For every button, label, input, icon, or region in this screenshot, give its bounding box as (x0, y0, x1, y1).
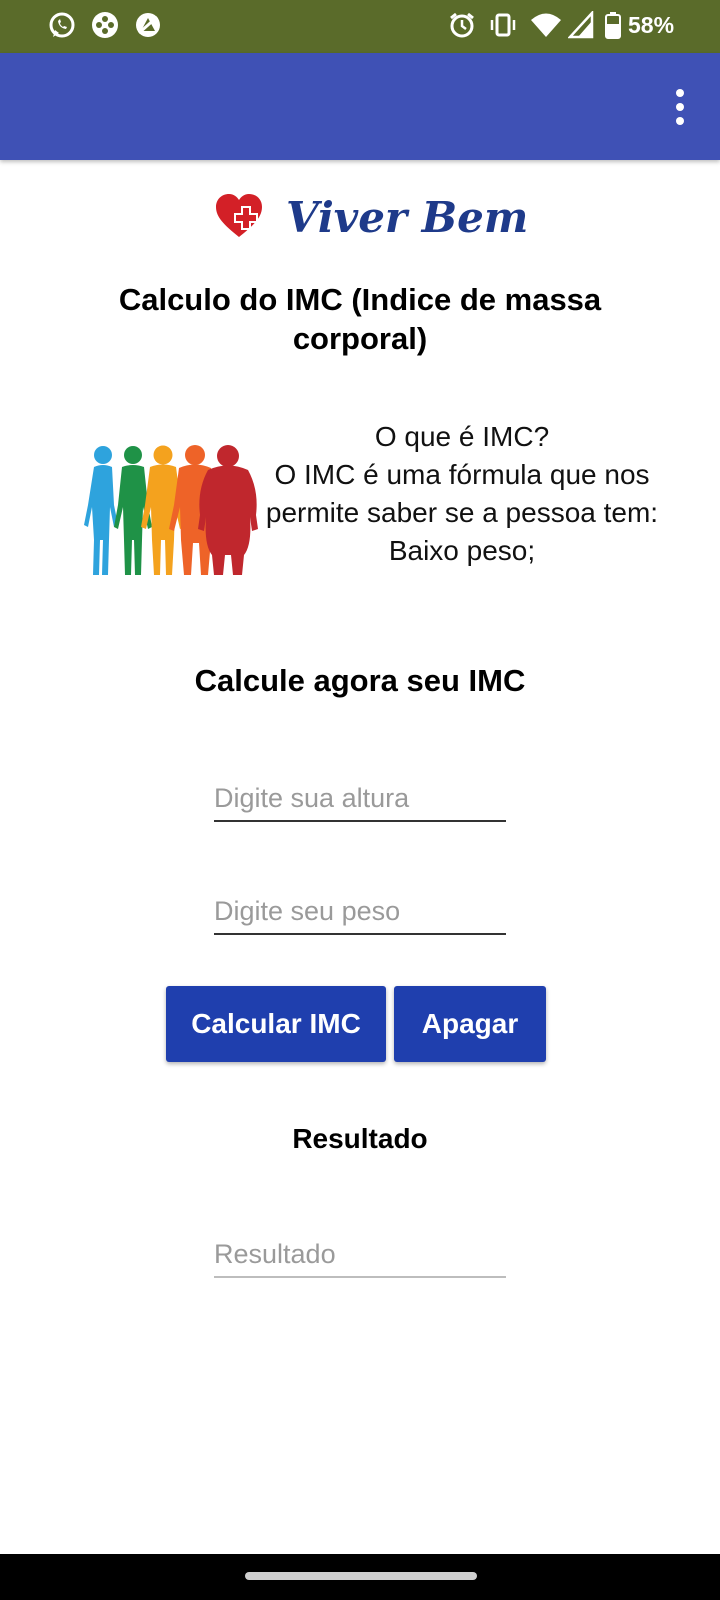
wifi-icon (531, 13, 561, 37)
heart-cross-icon (216, 194, 262, 237)
battery-percentage: 58% (628, 12, 675, 38)
result-heading: Resultado (292, 1123, 428, 1154)
weight-input[interactable] (214, 889, 506, 935)
cellular-signal-icon (568, 11, 594, 39)
info-question: O que é IMC? (374, 421, 550, 452)
app-logo: Viver Bem (214, 193, 528, 249)
calculate-imc-button[interactable]: Calcular IMC (166, 986, 386, 1062)
system-nav-bar (0, 1554, 720, 1600)
vibrate-icon (490, 13, 516, 37)
battery-icon (605, 12, 621, 39)
alarm-icon (450, 12, 474, 38)
info-category: Baixo peso; (388, 535, 536, 566)
calculate-heading: Calcule agora seu IMC (194, 663, 526, 698)
result-field[interactable] (214, 1232, 506, 1278)
info-description: O IMC é uma fórmula que nos permite sabe… (265, 459, 659, 528)
status-bar: 58% (0, 0, 720, 53)
more-vert-icon[interactable] (674, 89, 686, 125)
home-gesture-handle[interactable] (245, 1572, 477, 1580)
blocked-app-icon (136, 13, 160, 37)
app-bar (0, 53, 720, 160)
logo-text: Viver Bem (286, 193, 529, 242)
imc-info: O que é IMC? O IMC é uma fórmula que nos… (262, 418, 662, 570)
game-controller-icon (92, 12, 118, 38)
page-title: Calculo do IMC (Indice de massa corporal… (118, 282, 602, 356)
body-types-illustration (84, 445, 258, 575)
whatsapp-icon (49, 12, 75, 38)
height-input[interactable] (214, 776, 506, 822)
clear-button[interactable]: Apagar (394, 986, 546, 1062)
